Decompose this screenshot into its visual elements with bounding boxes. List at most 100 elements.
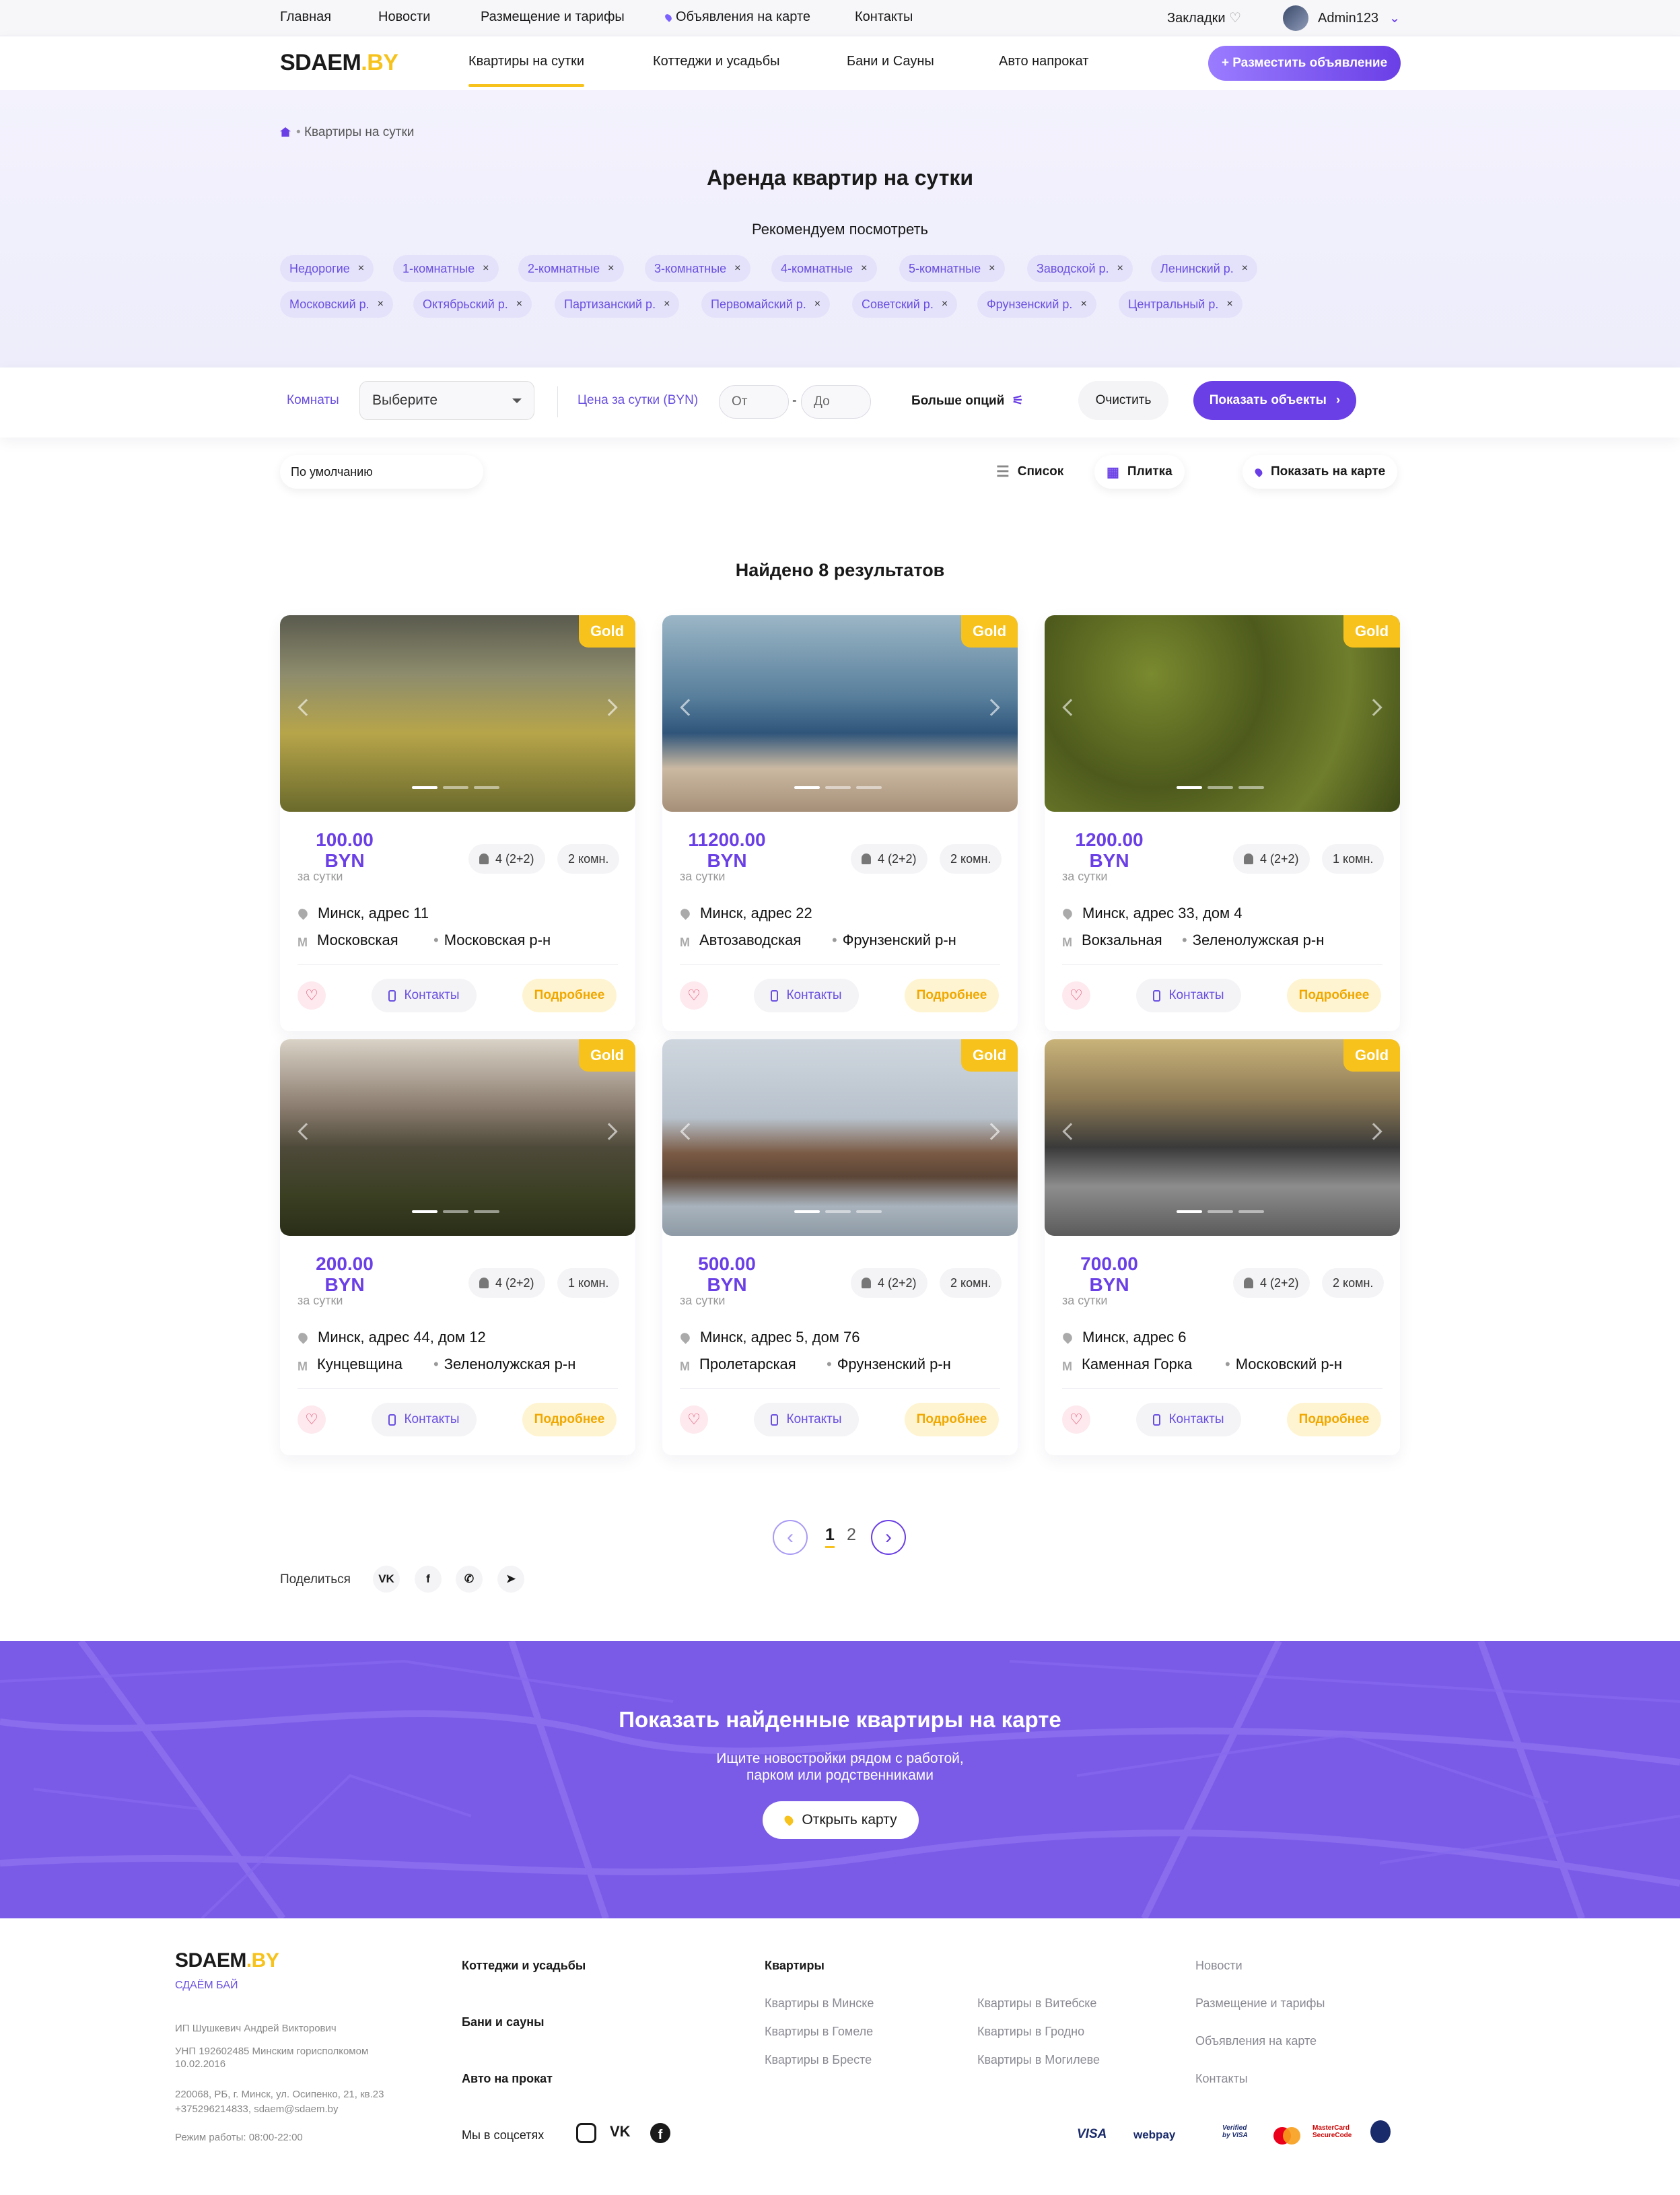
heart-icon[interactable]: ♡ bbox=[1062, 1405, 1090, 1434]
details-button[interactable]: Подробнее bbox=[905, 979, 999, 1012]
view-list-button[interactable]: ☰ Список bbox=[984, 455, 1076, 489]
chevron-left-icon[interactable] bbox=[680, 1123, 697, 1140]
chevron-left-icon[interactable] bbox=[1062, 699, 1080, 716]
listing-card[interactable]: Gold 500.00 BYN за сутки 4 (2+2) 2 комн. Минск… bbox=[662, 1039, 1018, 1455]
footer-link-vitebsk[interactable]: Квартиры в Витебске bbox=[977, 1996, 1096, 2011]
listing-photo[interactable]: Gold bbox=[1045, 1039, 1400, 1236]
open-map-button[interactable]: Открыть карту bbox=[763, 1801, 919, 1839]
close-icon[interactable]: × bbox=[664, 298, 670, 310]
chevron-left-icon[interactable] bbox=[680, 699, 697, 716]
listing-photo[interactable]: Gold bbox=[1045, 615, 1400, 812]
chip-filter[interactable]: Октябрьский р. × bbox=[413, 291, 532, 318]
chip-filter[interactable]: Советский р. × bbox=[852, 291, 958, 318]
chevron-right-icon[interactable] bbox=[1365, 699, 1382, 716]
heart-icon[interactable]: ♡ bbox=[1062, 981, 1090, 1010]
show-objects-button[interactable]: Показать объекты › bbox=[1193, 381, 1356, 420]
contacts-button[interactable]: Контакты bbox=[372, 1403, 477, 1436]
nav-apartments[interactable]: Квартиры на сутки bbox=[468, 54, 585, 87]
instagram-icon[interactable] bbox=[576, 2123, 596, 2143]
close-icon[interactable]: × bbox=[483, 263, 489, 275]
chevron-right-icon[interactable] bbox=[600, 1123, 618, 1140]
bookmarks-link[interactable]: Закладки ♡ bbox=[1167, 9, 1241, 26]
chip-filter[interactable]: 1-комнатные × bbox=[393, 255, 499, 282]
footer-link-saunas[interactable]: Бани и сауны bbox=[462, 2015, 544, 2029]
chip-filter[interactable]: Партизанский р. × bbox=[555, 291, 680, 318]
chip-filter[interactable]: Недорогие × bbox=[280, 255, 374, 282]
footer-link-tariffs[interactable]: Размещение и тарифы bbox=[1195, 1996, 1325, 2011]
footer-link-contacts[interactable]: Контакты bbox=[1195, 2072, 1248, 2086]
view-tile-button[interactable]: ▦ Плитка bbox=[1094, 455, 1185, 489]
slider-dots[interactable] bbox=[1177, 1210, 1264, 1213]
footer-link-gomel[interactable]: Квартиры в Гомеле bbox=[765, 2025, 873, 2039]
chevron-left-icon[interactable] bbox=[1062, 1123, 1080, 1140]
heart-icon[interactable]: ♡ bbox=[680, 1405, 708, 1434]
contacts-button[interactable]: Контакты bbox=[1136, 1403, 1241, 1436]
close-icon[interactable]: × bbox=[1080, 298, 1086, 310]
close-icon[interactable]: × bbox=[358, 263, 364, 275]
footer-link-brest[interactable]: Квартиры в Бресте bbox=[765, 2053, 872, 2067]
contacts-button[interactable]: Контакты bbox=[1136, 979, 1241, 1012]
footer-link-minsk[interactable]: Квартиры в Минске bbox=[765, 1996, 874, 2011]
chip-filter[interactable]: 2-комнатные × bbox=[518, 255, 624, 282]
listing-card[interactable]: Gold 700.00 BYN за сутки 4 (2+2) 2 комн. Минск… bbox=[1045, 1039, 1400, 1455]
contacts-button[interactable]: Контакты bbox=[754, 1403, 859, 1436]
user-menu[interactable]: Admin123 ⌄ bbox=[1318, 9, 1400, 26]
add-listing-button[interactable]: + Разместить объявление bbox=[1208, 46, 1401, 81]
chip-filter[interactable]: 3-комнатные × bbox=[645, 255, 750, 282]
contacts-button[interactable]: Контакты bbox=[372, 979, 477, 1012]
chevron-right-icon[interactable] bbox=[983, 699, 1000, 716]
close-icon[interactable]: × bbox=[814, 298, 820, 310]
footer-link-cottages[interactable]: Коттеджи и усадьбы bbox=[462, 1959, 586, 1973]
prev-page-button[interactable]: ‹ bbox=[773, 1520, 808, 1555]
details-button[interactable]: Подробнее bbox=[522, 979, 617, 1012]
slider-dots[interactable] bbox=[794, 786, 882, 789]
clear-button[interactable]: Очистить bbox=[1078, 381, 1168, 420]
page-number[interactable]: 2 bbox=[847, 1525, 856, 1545]
more-options-button[interactable]: Больше опций ⚟ bbox=[911, 393, 1024, 409]
footer-link-cars[interactable]: Авто на прокат bbox=[462, 2072, 553, 2086]
facebook-icon[interactable]: f bbox=[650, 2123, 670, 2143]
listing-card[interactable]: Gold 200.00 BYN за сутки 4 (2+2) 1 комн. Минск… bbox=[280, 1039, 635, 1455]
footer-logo[interactable]: SDAEM.BY bbox=[175, 1949, 279, 1972]
close-icon[interactable]: × bbox=[1226, 298, 1232, 310]
listing-photo[interactable]: Gold bbox=[662, 1039, 1018, 1236]
chevron-right-icon[interactable] bbox=[600, 699, 618, 716]
price-to-input[interactable]: До bbox=[801, 385, 871, 419]
show-on-map-button[interactable]: Показать на карте bbox=[1242, 455, 1398, 489]
chip-filter[interactable]: 5-комнатные × bbox=[899, 255, 1005, 282]
top-link-map-ads[interactable]: Объявления на карте bbox=[664, 9, 810, 25]
close-icon[interactable]: × bbox=[861, 263, 867, 275]
chip-filter[interactable]: Центральный р. × bbox=[1119, 291, 1242, 318]
nav-cottages[interactable]: Коттеджи и усадьбы bbox=[653, 54, 779, 69]
home-icon[interactable] bbox=[280, 127, 291, 137]
listing-card[interactable]: Gold 100.00 BYN за сутки 4 (2+2) 2 комн. Минск… bbox=[280, 615, 635, 1031]
chevron-right-icon[interactable] bbox=[1365, 1123, 1382, 1140]
telegram-icon[interactable]: ➤ bbox=[497, 1566, 524, 1593]
listing-card[interactable]: Gold 11200.00 BYN за сутки 4 (2+2) 2 комн. Мин… bbox=[662, 615, 1018, 1031]
footer-link-map-ads[interactable]: Объявления на карте bbox=[1195, 2034, 1317, 2048]
close-icon[interactable]: × bbox=[1117, 263, 1123, 275]
top-link-contacts[interactable]: Контакты bbox=[855, 9, 913, 25]
heart-icon[interactable]: ♡ bbox=[298, 1405, 326, 1434]
close-icon[interactable]: × bbox=[989, 263, 995, 275]
rooms-select[interactable]: Выберите bbox=[359, 381, 534, 420]
nav-car-rental[interactable]: Авто напрокат bbox=[999, 54, 1088, 69]
chevron-left-icon[interactable] bbox=[298, 699, 315, 716]
contacts-button[interactable]: Контакты bbox=[754, 979, 859, 1012]
close-icon[interactable]: × bbox=[378, 298, 384, 310]
chip-filter[interactable]: Заводской р. × bbox=[1027, 255, 1133, 282]
top-link-news[interactable]: Новости bbox=[378, 9, 430, 25]
nav-saunas[interactable]: Бани и Сауны bbox=[847, 54, 934, 69]
close-icon[interactable]: × bbox=[608, 263, 614, 275]
listing-photo[interactable]: Gold bbox=[280, 615, 635, 812]
listing-photo[interactable]: Gold bbox=[280, 1039, 635, 1236]
footer-link-mogilev[interactable]: Квартиры в Могилеве bbox=[977, 2053, 1100, 2067]
footer-link-grodno[interactable]: Квартиры в Гродно bbox=[977, 2025, 1084, 2039]
chevron-right-icon[interactable] bbox=[983, 1123, 1000, 1140]
heart-icon[interactable]: ♡ bbox=[680, 981, 708, 1010]
details-button[interactable]: Подробнее bbox=[905, 1403, 999, 1436]
chevron-left-icon[interactable] bbox=[298, 1123, 315, 1140]
chip-filter[interactable]: Московский р. × bbox=[280, 291, 393, 318]
facebook-icon[interactable]: f bbox=[415, 1566, 442, 1593]
sort-select[interactable]: По умолчанию bbox=[280, 455, 483, 489]
